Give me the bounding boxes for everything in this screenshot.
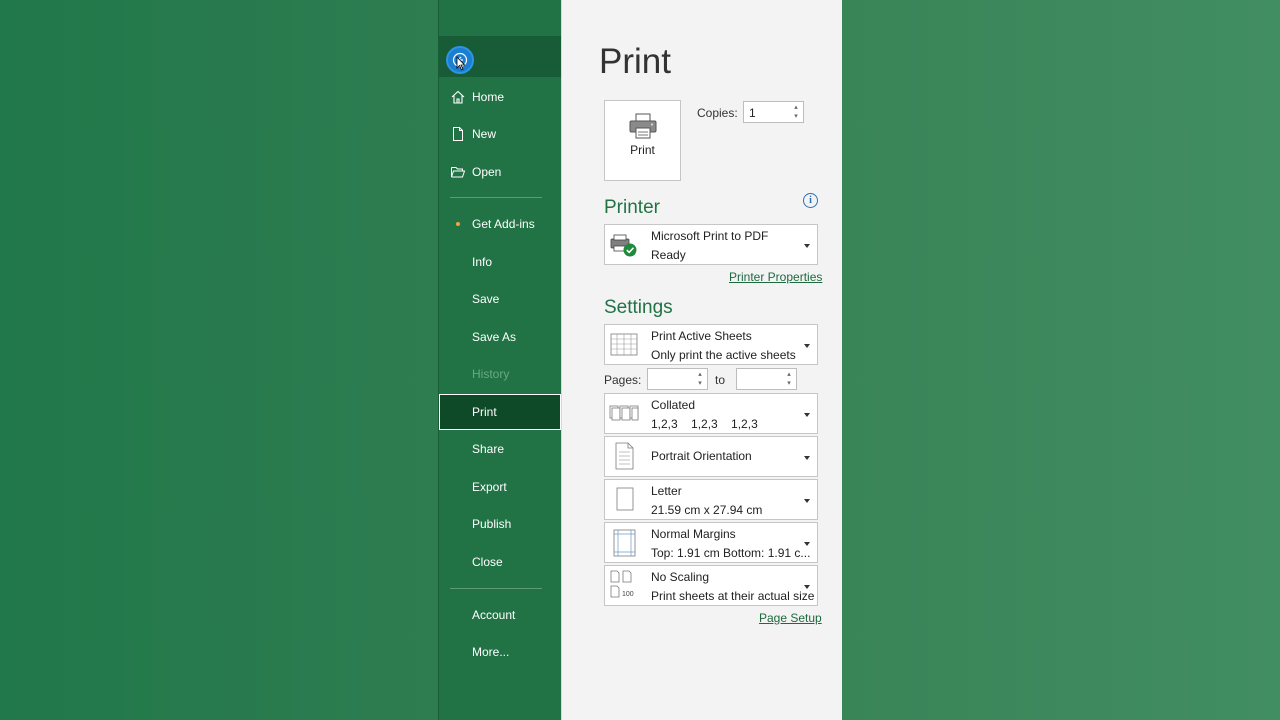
collation-desc: 1,2,3 1,2,3 1,2,3 xyxy=(651,417,758,431)
print-what-desc: Only print the active sheets xyxy=(651,348,796,362)
backstage-nav: Home New Open Get Add-ins Info Save Save… xyxy=(439,0,562,720)
margins-title: Normal Margins xyxy=(651,527,736,541)
settings-heading: Settings xyxy=(604,297,673,318)
spinner-arrows-icon[interactable]: ▴ ▾ xyxy=(792,103,800,121)
copies-value: 1 xyxy=(749,106,756,120)
nav-divider xyxy=(450,588,542,589)
chevron-down-icon xyxy=(804,542,810,546)
orientation-title: Portrait Orientation xyxy=(651,449,752,463)
margins-desc: Top: 1.91 cm Bottom: 1.91 c... xyxy=(651,546,811,560)
print-pane: Print Print Copies: 1 ▴ ▾ Printer i Micr… xyxy=(562,0,842,720)
nav-item-label: Print xyxy=(472,405,497,419)
to-label: to xyxy=(715,373,726,387)
paper-size-dropdown[interactable]: Letter 21.59 cm x 27.94 cm xyxy=(604,479,818,520)
nav-item-label: Publish xyxy=(472,517,512,531)
nav-item-account[interactable]: Account xyxy=(439,597,561,633)
scaling-icon: 100 xyxy=(610,570,634,598)
svg-text:100: 100 xyxy=(622,591,634,598)
open-folder-icon xyxy=(451,167,466,178)
pages-from-spinner[interactable]: ▴ ▾ xyxy=(647,368,708,390)
paper-size-icon xyxy=(616,487,634,511)
nav-item-label: Share xyxy=(472,442,505,456)
printer-status: Ready xyxy=(651,248,686,262)
printer-dropdown[interactable]: Microsoft Print to PDF Ready xyxy=(604,224,818,265)
printer-icon xyxy=(629,113,656,139)
nav-item-open[interactable]: Open xyxy=(439,154,561,190)
paper-size-desc: 21.59 cm x 27.94 cm xyxy=(651,503,763,517)
new-document-icon xyxy=(453,127,463,141)
print-what-dropdown[interactable]: Print Active Sheets Only print the activ… xyxy=(604,324,818,365)
scaling-title: No Scaling xyxy=(651,570,710,584)
orientation-dropdown[interactable]: Portrait Orientation xyxy=(604,436,818,477)
nav-item-label: New xyxy=(472,127,497,141)
pages-label: Pages: xyxy=(604,373,642,387)
scaling-dropdown[interactable]: 100 No Scaling Print sheets at their act… xyxy=(604,565,818,606)
nav-item-print[interactable]: Print xyxy=(439,394,561,430)
active-sheets-icon xyxy=(610,333,638,356)
nav-item-share[interactable]: Share xyxy=(439,431,561,467)
page-setup-link[interactable]: Page Setup xyxy=(759,611,822,625)
portrait-page-icon xyxy=(615,442,634,470)
collation-dropdown[interactable]: Collated 1,2,3 1,2,3 1,2,3 xyxy=(604,393,818,434)
printer-heading: Printer xyxy=(604,197,660,218)
paper-size-title: Letter xyxy=(651,484,682,498)
chevron-down-icon xyxy=(804,585,810,589)
info-icon[interactable]: i xyxy=(803,193,818,208)
nav-item-label: More... xyxy=(472,645,510,659)
home-icon xyxy=(451,90,465,104)
nav-divider xyxy=(450,197,542,198)
nav-item-label: Close xyxy=(472,555,503,569)
chevron-down-icon xyxy=(804,344,810,348)
scaling-desc: Print sheets at their actual size xyxy=(651,589,815,603)
print-what-title: Print Active Sheets xyxy=(651,329,752,343)
copies-label: Copies: xyxy=(697,106,738,120)
nav-item-new[interactable]: New xyxy=(439,116,561,152)
printer-ready-icon xyxy=(610,234,637,257)
spinner-arrows-icon[interactable]: ▴ ▾ xyxy=(785,370,793,388)
chevron-down-icon xyxy=(804,456,810,460)
margins-icon xyxy=(613,529,636,557)
nav-item-history: History xyxy=(439,356,561,392)
nav-item-home[interactable]: Home xyxy=(439,79,561,115)
nav-item-close[interactable]: Close xyxy=(439,544,561,580)
nav-item-info[interactable]: Info xyxy=(439,244,561,280)
collation-title: Collated xyxy=(651,398,696,412)
nav-item-save[interactable]: Save xyxy=(439,281,561,317)
spinner-arrows-icon[interactable]: ▴ ▾ xyxy=(696,370,704,388)
nav-item-more[interactable]: More... xyxy=(439,634,561,670)
nav-item-save-as[interactable]: Save As xyxy=(439,319,561,355)
chevron-down-icon xyxy=(804,499,810,503)
margins-dropdown[interactable]: Normal Margins Top: 1.91 cm Bottom: 1.91… xyxy=(604,522,818,563)
notification-dot xyxy=(456,222,460,226)
printer-properties-link[interactable]: Printer Properties xyxy=(729,270,822,284)
nav-item-label: History xyxy=(472,367,510,381)
nav-item-label: Save xyxy=(472,292,500,306)
pages-to-spinner[interactable]: ▴ ▾ xyxy=(736,368,797,390)
copies-spinner[interactable]: 1 ▴ ▾ xyxy=(743,101,804,123)
printer-name: Microsoft Print to PDF xyxy=(651,229,769,243)
nav-item-export[interactable]: Export xyxy=(439,469,561,505)
chevron-down-icon xyxy=(804,244,810,248)
nav-item-label: Account xyxy=(472,608,516,622)
nav-item-label: Save As xyxy=(472,330,517,344)
print-button[interactable]: Print xyxy=(604,100,681,181)
page-title: Print xyxy=(599,42,671,81)
nav-item-label: Info xyxy=(472,255,493,269)
nav-item-publish[interactable]: Publish xyxy=(439,506,561,542)
nav-item-label: Get Add-ins xyxy=(472,217,535,231)
nav-item-label: Export xyxy=(472,480,507,494)
print-button-label: Print xyxy=(630,143,655,157)
backstage-view: Home New Open Get Add-ins Info Save Save… xyxy=(438,0,842,720)
nav-item-label: Home xyxy=(472,90,505,104)
chevron-down-icon xyxy=(804,413,810,417)
mouse-cursor-icon xyxy=(456,56,466,71)
collated-icon xyxy=(609,405,639,421)
nav-item-label: Open xyxy=(472,165,502,179)
nav-item-get-add-ins[interactable]: Get Add-ins xyxy=(439,206,561,242)
